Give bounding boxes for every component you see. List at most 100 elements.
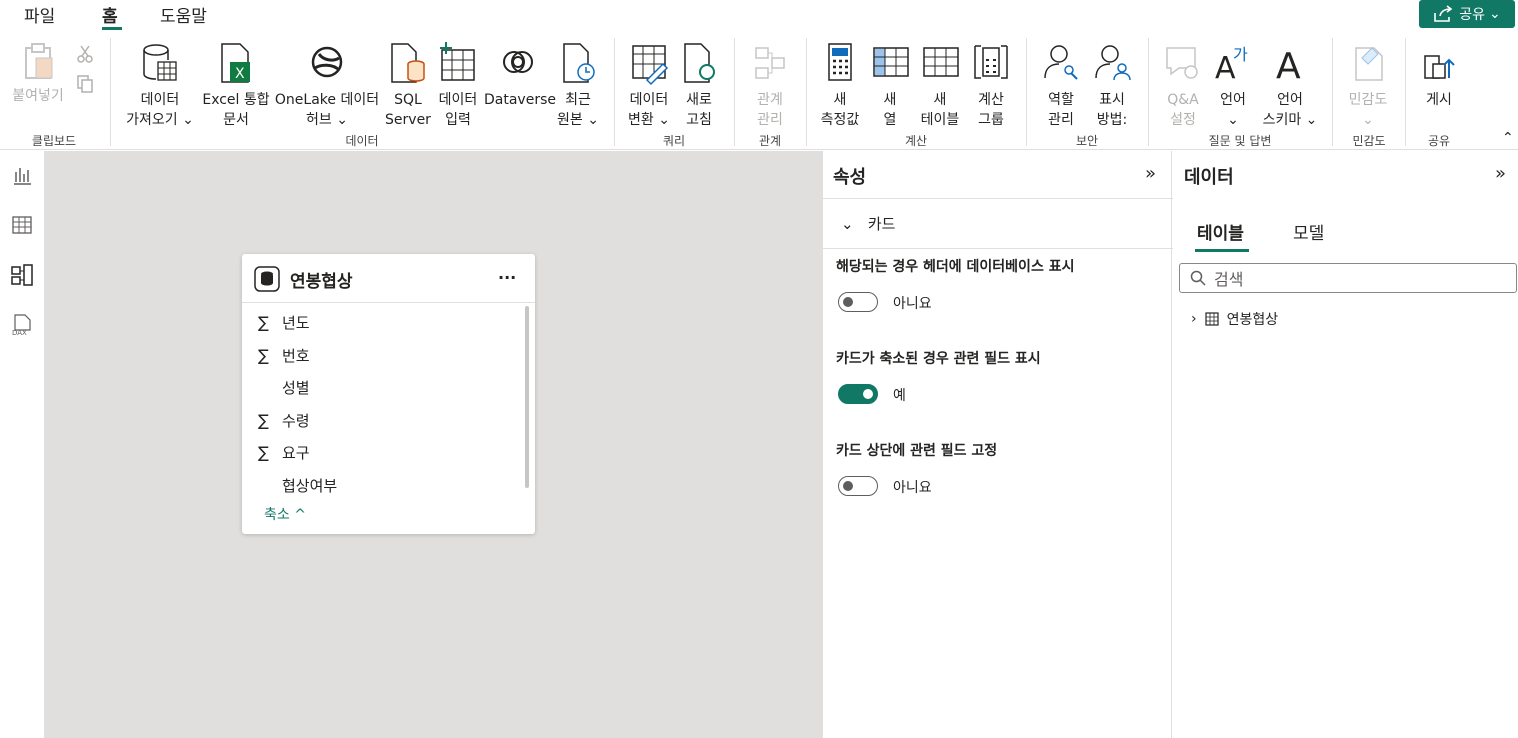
chevron-down-icon: ⌄	[1489, 6, 1501, 22]
new-table-button[interactable]: 새 테이블	[914, 42, 966, 130]
field-row[interactable]: ∑ 요구	[258, 442, 310, 463]
field-row[interactable]: ∑ 번호	[258, 345, 310, 366]
search-input[interactable]: 검색	[1179, 263, 1517, 293]
collapse-ribbon-icon[interactable]: ⌃	[1502, 130, 1514, 146]
new-column-button[interactable]: 새 열	[868, 42, 912, 130]
language-icon: A가	[1215, 45, 1248, 86]
roles-icon	[1044, 45, 1078, 80]
divider	[614, 38, 615, 146]
excel-icon: X	[221, 43, 250, 83]
manage-roles-button[interactable]: 역할 관리	[1036, 42, 1086, 130]
active-tab-indicator	[102, 27, 122, 30]
divider	[823, 198, 1173, 199]
toggle-value: 아니요	[893, 296, 932, 312]
collapse-pane-icon[interactable]: »	[1145, 163, 1156, 184]
search-icon	[1190, 270, 1206, 286]
table-view-icon[interactable]	[8, 211, 36, 239]
active-tab-indicator	[1195, 249, 1249, 252]
tab-tables[interactable]: 테이블	[1197, 219, 1244, 244]
field-row[interactable]: 협상여부	[258, 475, 337, 496]
tab-home[interactable]: 홈	[102, 2, 118, 27]
field-row[interactable]: 성별	[258, 377, 310, 398]
model-view-icon[interactable]	[8, 261, 36, 289]
cut-icon[interactable]	[76, 44, 94, 68]
new-column-label-2: 열	[883, 112, 897, 128]
table-card[interactable]: 연봉협상 ··· ∑ 년도 ∑ 번호 성별 ∑ 수령 ∑ 요구 협상여부 축소 ^	[242, 254, 535, 534]
data-pane: 데이터 » 테이블 모델 검색 › 연봉협상	[1173, 151, 1518, 738]
calculation-group-button[interactable]: 계산 그룹	[968, 42, 1014, 130]
setting-toggle[interactable]	[838, 384, 878, 404]
publish-button[interactable]: 게시	[1414, 42, 1464, 110]
setting-toggle[interactable]	[838, 292, 878, 312]
recent-sources-button[interactable]: 최근 원본 ⌄	[553, 42, 603, 130]
sql-label-2: Server	[385, 112, 431, 128]
chevron-down-icon: ⌄	[331, 112, 348, 128]
paste-icon	[25, 43, 53, 79]
collapse-pane-icon[interactable]: »	[1495, 163, 1506, 184]
manage-relationships-button[interactable]: 관계 관리	[742, 42, 798, 130]
collapse-link[interactable]: 축소 ^	[264, 504, 306, 524]
divider	[1405, 38, 1406, 146]
dataverse-icon	[503, 51, 533, 73]
tab-file[interactable]: 파일	[24, 2, 55, 27]
field-row[interactable]: ∑ 수령	[258, 410, 310, 431]
get-data-label-2: 가져오기	[126, 112, 178, 128]
scrollbar[interactable]	[525, 306, 529, 488]
more-options-icon[interactable]: ···	[498, 268, 516, 287]
transform-data-button[interactable]: 데이터 변환 ⌄	[622, 42, 676, 130]
dataverse-label: Dataverse	[484, 92, 556, 108]
toggle-knob	[843, 481, 853, 491]
view-as-icon	[1095, 45, 1131, 81]
refresh-button[interactable]: 새로 고침	[678, 42, 720, 130]
onelake-icon	[311, 46, 343, 78]
dataverse-button[interactable]: Dataverse	[484, 42, 556, 110]
divider	[823, 248, 1173, 249]
recent-label: 최근	[565, 92, 591, 108]
ribbon: 붙여넣기 클립보드 데이터 가져오기 ⌄ X Excel 통합 문서 OneLa…	[0, 32, 1518, 150]
card-section-header[interactable]: ⌄ 카드	[841, 213, 895, 234]
setting-toggle[interactable]	[838, 476, 878, 496]
roles-label-2: 관리	[1048, 112, 1074, 128]
tab-model[interactable]: 모델	[1293, 219, 1324, 244]
field-name: 성별	[282, 379, 310, 397]
copy-icon[interactable]	[76, 74, 94, 98]
view-as-button[interactable]: 표시 방법:	[1088, 42, 1136, 130]
linguistic-schema-button[interactable]: A 언어 스키마 ⌄	[1258, 42, 1322, 130]
language-button[interactable]: A가 언어 ⌄	[1210, 42, 1256, 130]
field-row[interactable]: ∑ 년도	[258, 312, 310, 333]
sensitivity-button[interactable]: 민감도 ⌄	[1340, 42, 1396, 130]
table-icon	[923, 47, 959, 77]
sigma-icon: ∑	[258, 345, 269, 365]
group-label-qa: 질문 및 답변	[1208, 134, 1272, 148]
transform-label: 데이터	[629, 92, 669, 108]
table-name: 연봉협상	[1226, 312, 1279, 328]
enter-data-button[interactable]: 데이터 입력	[434, 42, 482, 130]
sql-server-button[interactable]: SQL Server	[384, 42, 432, 130]
toggle-knob	[843, 297, 853, 307]
qa-label-2: 설정	[1170, 112, 1196, 128]
relationships-label-2: 관리	[757, 112, 783, 128]
table-tree-item[interactable]: › 연봉협상	[1191, 309, 1278, 329]
onelake-hub-button[interactable]: OneLake 데이터 허브 ⌄	[272, 42, 382, 130]
paste-button[interactable]: 붙여넣기	[8, 42, 68, 106]
chevron-down-icon: ⌄	[841, 215, 868, 233]
share-button[interactable]: 공유 ⌄	[1419, 0, 1515, 28]
share-icon	[1434, 5, 1453, 22]
new-table-label: 새	[933, 92, 947, 108]
transform-data-icon	[632, 45, 669, 86]
relationships-icon	[755, 47, 785, 79]
calculator-icon	[828, 43, 852, 81]
report-view-icon[interactable]	[8, 161, 36, 189]
new-measure-button[interactable]: 새 측정값	[814, 42, 866, 130]
paste-label: 붙여넣기	[12, 88, 64, 104]
excel-workbook-button[interactable]: X Excel 통합 문서	[200, 42, 272, 130]
tab-help[interactable]: 도움말	[160, 2, 207, 27]
get-data-button[interactable]: 데이터 가져오기 ⌄	[120, 42, 200, 130]
linguistic-schema-icon: A	[1276, 46, 1301, 86]
dax-query-view-icon[interactable]: DAX	[8, 311, 36, 339]
qa-setup-button[interactable]: Q&A 설정	[1158, 42, 1208, 130]
chevron-down-icon: ⌄	[582, 112, 599, 128]
roles-label: 역할	[1048, 92, 1074, 108]
group-label-query: 쿼리	[662, 134, 686, 148]
new-column-label: 새	[883, 92, 897, 108]
